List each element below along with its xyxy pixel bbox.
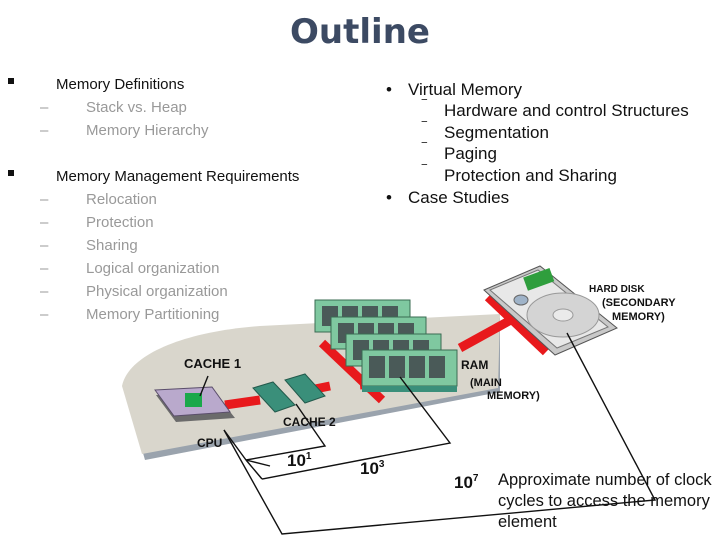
cache1-label: CACHE 1 xyxy=(184,356,241,371)
ram-sublabel-2: MEMORY) xyxy=(487,390,540,402)
ram-stick xyxy=(361,349,458,392)
ram-label: RAM xyxy=(461,358,488,372)
cache2-label: CACHE 2 xyxy=(283,415,336,429)
cycles-cache2: 101 xyxy=(287,451,312,470)
hdd-sublabel-2: MEMORY) xyxy=(612,311,665,323)
hdd-sublabel-1: (SECONDARY xyxy=(602,297,676,309)
cycles-hdd: 107 xyxy=(454,473,479,492)
cache1-block xyxy=(185,393,202,407)
hdd-label: HARD DISK xyxy=(589,284,645,295)
cpu-label: CPU xyxy=(197,436,222,450)
diagram-caption: Approximate number of clock cycles to ac… xyxy=(498,471,712,531)
memory-hierarchy-diagram: CACHE 1 CACHE 2 CPU RAM (MAIN MEMORY) HA… xyxy=(122,265,676,535)
access-cycle-labels: 101 103 107 xyxy=(287,451,479,492)
ram-sublabel-1: (MAIN xyxy=(470,377,502,389)
cycles-ram: 103 xyxy=(360,459,385,478)
